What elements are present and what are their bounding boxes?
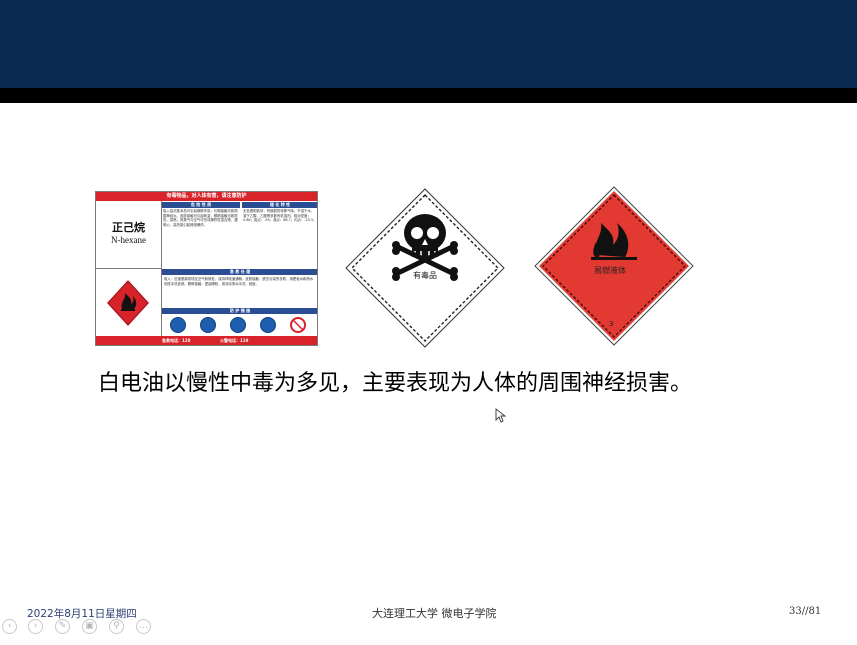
slide-header-band bbox=[0, 0, 857, 88]
card-section-protection: 防 护 措 施 bbox=[162, 308, 317, 314]
card-name-box: 正己烷 N-hexane bbox=[96, 201, 162, 269]
more-icon[interactable]: … bbox=[136, 619, 151, 634]
card-hazard-text: 吸入高浓度本品可引起麻醉作用，长期接触可致周围神经炎。皮肤接触可引起刺激，眼睛接… bbox=[163, 209, 238, 227]
slide-main-text: 白电油以慢性中毒为多见，主要表现为人体的周围神经损害。 bbox=[98, 371, 693, 396]
slideshow-nav-controls: ‹ › ✎ ▣ ⚲ … bbox=[0, 619, 160, 641]
card-footer-left: 急救电话：120 bbox=[162, 338, 191, 343]
card-flammable-logo-box bbox=[96, 269, 162, 338]
card-section-hazard: 危 险 性 质 bbox=[162, 202, 240, 208]
chemical-name-en: N-hexane bbox=[111, 235, 146, 245]
card-warning-banner: 有毒物品，对人体有害，请注意防护 bbox=[96, 192, 317, 201]
slides-icon[interactable]: ▣ bbox=[82, 619, 97, 634]
protective-clothing-icon bbox=[260, 317, 276, 333]
pen-icon[interactable]: ✎ bbox=[55, 619, 70, 634]
card-section-emergency: 急 救 处 理 bbox=[162, 269, 317, 275]
zoom-icon[interactable]: ⚲ bbox=[109, 619, 124, 634]
flammable-small-icon bbox=[104, 277, 152, 329]
flammable-sign-label: 易燃液体 bbox=[594, 266, 626, 275]
mouse-cursor-icon bbox=[495, 408, 507, 423]
prev-icon[interactable]: ‹ bbox=[2, 619, 17, 634]
footer-school: 大连理工大学 微电子学院 bbox=[372, 607, 497, 620]
gloves-icon bbox=[230, 317, 246, 333]
respirator-icon bbox=[170, 317, 186, 333]
card-emergency-text: 吸入：迅速脱离现场至空气新鲜处，保持呼吸道通畅。皮肤接触：脱去污染的衣着，用肥皂… bbox=[164, 277, 314, 286]
slide-header-rule bbox=[0, 88, 857, 103]
toxic-skull-icon bbox=[345, 188, 505, 348]
next-icon[interactable]: › bbox=[28, 619, 43, 634]
flammable-class-number: 3 bbox=[609, 320, 614, 328]
nhexane-safety-card: 有毒物品，对人体有害，请注意防护 正己烷 N-hexane 危 险 性 质 理 … bbox=[95, 191, 318, 346]
card-footer-right: 火警电话：119 bbox=[220, 338, 249, 343]
card-physical-text: 无色透明液体，有微弱的特殊气味。不溶于水，溶于乙醇、乙醚等多数有机溶剂。相对密度… bbox=[243, 209, 317, 223]
card-footer-bar: 急救电话：120 火警电话：119 bbox=[96, 336, 317, 345]
toxic-sign-label: 有毒品 bbox=[413, 271, 437, 280]
chemical-name-cn: 正己烷 bbox=[112, 221, 145, 234]
goggles-icon bbox=[200, 317, 216, 333]
card-section-physical: 理 化 特 性 bbox=[242, 202, 317, 208]
footer-page-number: 33//81 bbox=[789, 606, 822, 617]
no-fire-icon bbox=[290, 317, 306, 333]
